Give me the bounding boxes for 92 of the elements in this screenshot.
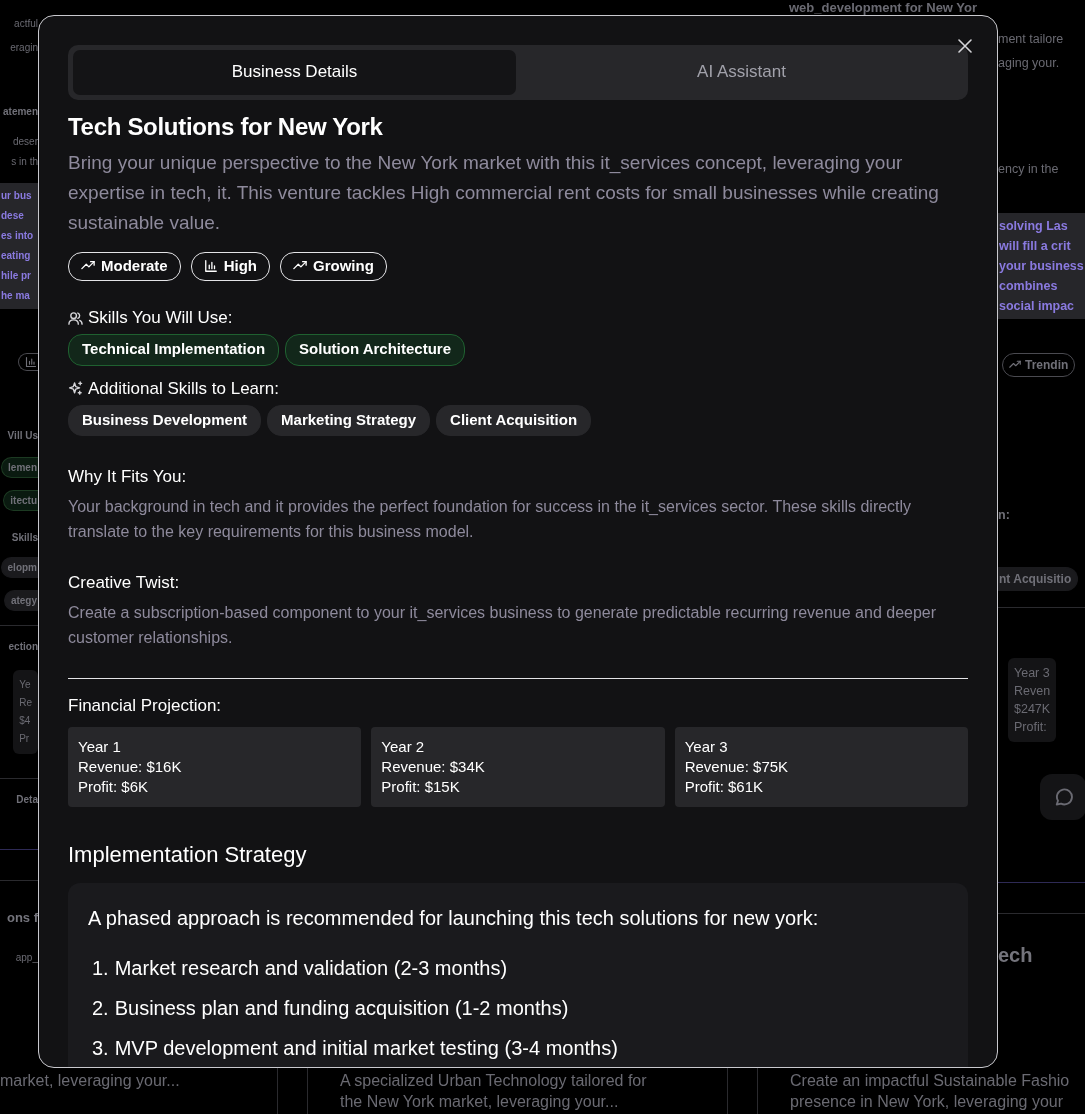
- tag: High: [190, 251, 270, 281]
- highlight-text: es into: [1, 229, 35, 243]
- card-title: ons f: [6, 909, 38, 927]
- year-label: Year 3: [684, 737, 729, 757]
- card-description: the New York market, leveraging your...: [340, 1092, 620, 1112]
- card-text: Re: [19, 696, 32, 710]
- card-text: s in th: [11, 155, 38, 169]
- section-label: Creative Twist:: [68, 572, 181, 594]
- strategy-intro: A phased approach is recommended for launching this tech solutions for new york:: [88, 906, 820, 931]
- profit-text: Profit: $15K: [381, 777, 461, 797]
- revenue-text: Revenue: $16K: [78, 757, 183, 777]
- section-label: n:: [998, 507, 1010, 523]
- highlight-text: your business: [999, 258, 1084, 275]
- tag: itectu: [3, 490, 38, 511]
- highlight-text: solving Las: [999, 218, 1069, 235]
- revenue-text: Revenue: $34K: [381, 757, 486, 777]
- card-edge: [727, 1068, 758, 1114]
- card-title: ech: [998, 943, 1033, 968]
- card-text: Profit:: [1014, 719, 1048, 736]
- card-description: market, leveraging your...: [0, 1071, 181, 1091]
- step-number: 2.: [92, 996, 109, 1021]
- trend-up-icon: [1009, 359, 1021, 371]
- tab[interactable]: AI Assistant: [520, 50, 963, 95]
- close-button[interactable]: [955, 36, 975, 56]
- section-label: Vill Us: [7, 429, 38, 443]
- description: Bring your unique perspective to the New York market with this it_services concept, leveraging your expertise in tech, it. This venture tackles High commercial rent costs for small businesses while creating sustainable value.: [68, 150, 940, 235]
- section-label: ection: [8, 640, 38, 654]
- section-label: Skills: [11, 531, 38, 545]
- tag: ategy: [3, 590, 38, 611]
- skill-tag: Technical Implementation: [68, 334, 280, 366]
- section-heading: Implementation Strategy: [68, 841, 308, 869]
- revenue-text: Revenue: $75K: [684, 757, 790, 777]
- card-text: Pr: [19, 732, 31, 746]
- card-title: web_development for New Yor: [789, 0, 978, 15]
- year-label: Year 2: [381, 737, 426, 757]
- card-text: eragin: [10, 41, 38, 55]
- card-text: $4: [19, 714, 32, 728]
- highlight-text: social impac: [999, 298, 1076, 315]
- card-text: Reven: [1014, 683, 1051, 700]
- highlight-text: hile pr: [1, 269, 32, 283]
- card-text: deser: [13, 135, 38, 149]
- bar-chart-icon: [25, 356, 37, 368]
- highlight-text: eating: [1, 249, 32, 263]
- section-label: Deta: [16, 793, 38, 807]
- highlight-text: combines: [999, 278, 1059, 295]
- highlight-text: ur bus: [1, 189, 33, 203]
- card-text: ment tailore: [998, 31, 1064, 47]
- profit-text: Profit: $6K: [78, 777, 150, 797]
- sparkle-icon: [68, 381, 83, 396]
- users-icon: [68, 310, 83, 326]
- card-text: Ye: [19, 678, 32, 692]
- tag: elopm: [0, 557, 38, 578]
- card-text: app_: [15, 951, 38, 965]
- section-label: atemen: [3, 105, 38, 119]
- card-text: ency in the: [998, 161, 1059, 177]
- section-label: Financial Projection:: [68, 695, 223, 717]
- card-text: Year 3: [1014, 665, 1051, 682]
- card-description: A specialized Urban Technology tailored for: [340, 1071, 648, 1091]
- skill-tag: Marketing Strategy: [267, 404, 431, 436]
- card-description: Create an impactful Sustainable Fashio: [790, 1071, 1071, 1091]
- card-edge: [277, 1068, 308, 1114]
- section-label: Skills You Will Use:: [88, 307, 233, 329]
- chat-icon: [1053, 787, 1073, 807]
- card-text: $247K: [1014, 701, 1051, 718]
- card-description: presence in New York, leveraging your: [790, 1092, 1065, 1112]
- skill-tag: Client Acquisition: [436, 404, 592, 436]
- skill-tag: Business Development: [68, 404, 262, 436]
- section-text: Your background in tech and it provides the perfect foundation for success in the it_services sector. These skills directly translate to the key requirements for this business model.: [68, 497, 913, 542]
- highlight-text: dese: [1, 209, 25, 223]
- skill-tag: Solution Architecture: [285, 334, 466, 366]
- step-number: 1.: [92, 956, 109, 981]
- step-text: MVP development and initial market testing (3-4 months): [114, 1036, 618, 1061]
- tag: Moderate: [68, 251, 181, 281]
- tag: Growing: [280, 251, 387, 281]
- section-label: Additional Skills to Learn:: [88, 377, 279, 400]
- tag: nt Acquisitio: [998, 567, 1079, 591]
- card-text: actful: [14, 17, 38, 31]
- chat-button[interactable]: [1040, 774, 1085, 820]
- year-label: Year 1: [78, 737, 122, 757]
- step-text: Market research and validation (2-3 months): [114, 956, 508, 981]
- tab[interactable]: Business Details: [73, 50, 516, 95]
- modal-title: Tech Solutions for New York: [68, 111, 384, 142]
- highlight-text: he ma: [1, 289, 31, 303]
- profit-text: Profit: $61K: [684, 777, 765, 797]
- bar-chart-icon: [203, 258, 218, 273]
- section-label: Why It Fits You:: [68, 466, 188, 488]
- step-text: Business plan and funding acquisition (1-2 months): [114, 996, 569, 1021]
- highlight-text: will fill a crit: [999, 238, 1072, 255]
- card-text: aging your.: [998, 55, 1060, 71]
- section-text: Create a subscription-based component to your it_services business to generate predictable recurring revenue and deeper customer relationships.: [68, 603, 938, 648]
- step-number: 3.: [92, 1036, 109, 1061]
- tag: lemen: [1, 457, 38, 478]
